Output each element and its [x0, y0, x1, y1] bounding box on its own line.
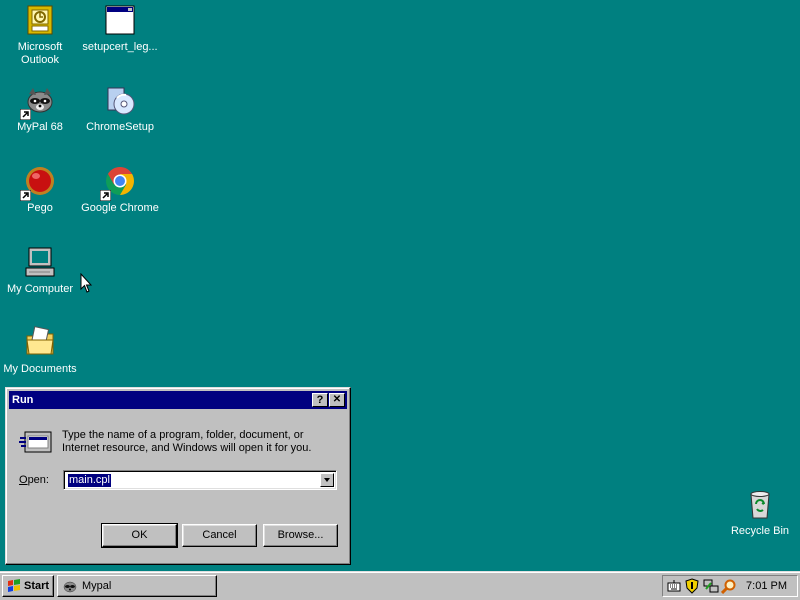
open-label: Open:	[19, 474, 49, 486]
combobox-dropdown-arrow-icon[interactable]	[320, 473, 334, 487]
folder-documents-icon	[24, 326, 56, 358]
outlook-icon	[24, 4, 56, 36]
start-button[interactable]: Start	[2, 575, 54, 597]
computer-icon	[24, 246, 56, 278]
icon-label: Pego	[27, 202, 53, 214]
open-label-accelerator: O	[19, 474, 28, 486]
ok-button[interactable]: OK	[101, 523, 178, 548]
run-dialog: Run ? ✕ Type the name of a program, fold…	[5, 387, 351, 565]
clock[interactable]: 7:01 PM	[746, 580, 787, 592]
search-icon[interactable]	[721, 578, 737, 594]
taskbar: Start Mypal 7:01 PM	[0, 571, 800, 600]
desktop-icon-my-computer[interactable]: My Computer	[0, 246, 80, 296]
mouse-cursor-icon	[80, 273, 93, 293]
network-icon[interactable]	[703, 578, 719, 594]
icon-label: Recycle Bin	[730, 525, 790, 537]
close-button[interactable]: ✕	[329, 393, 345, 407]
help-button[interactable]: ?	[312, 393, 328, 407]
keyboard-icon[interactable]	[667, 579, 681, 593]
icon-label: ChromeSetup	[86, 121, 154, 133]
browse-button[interactable]: Browse...	[263, 524, 338, 547]
desktop-icon-mypal[interactable]: MyPal 68	[0, 84, 80, 134]
desktop-icon-setupcert[interactable]: setupcert_leg...	[80, 4, 160, 54]
chrome-icon	[100, 165, 136, 201]
icon-label: MyPal 68	[17, 121, 63, 133]
cancel-button[interactable]: Cancel	[182, 524, 257, 547]
icon-label: setupcert_leg...	[82, 41, 158, 53]
desktop-icon-outlook[interactable]: Microsoft Outlook	[0, 4, 80, 67]
open-input-value[interactable]: main.cpl	[68, 474, 111, 487]
shield-icon[interactable]	[685, 578, 699, 594]
icon-label: My Computer	[6, 283, 74, 295]
mypal-raccoon-icon	[20, 84, 56, 120]
icon-label: Google Chrome	[81, 202, 159, 214]
installer-cd-icon	[104, 84, 136, 116]
pego-red-ball-icon	[20, 165, 56, 201]
shortcut-arrow-icon	[100, 190, 111, 201]
icon-label: My Documents	[3, 363, 77, 375]
open-combobox[interactable]: main.cpl	[63, 470, 337, 490]
desktop-icon-chrome[interactable]: Google Chrome	[80, 165, 160, 215]
desktop-icon-pego[interactable]: Pego	[0, 165, 80, 215]
shortcut-arrow-icon	[20, 109, 31, 120]
run-dialog-titlebar[interactable]: Run ? ✕	[9, 391, 347, 409]
recycle-bin-icon	[744, 488, 776, 520]
desktop-icon-recycle-bin[interactable]: Recycle Bin	[720, 488, 800, 538]
start-label: Start	[24, 580, 50, 592]
shortcut-arrow-icon	[20, 190, 31, 201]
run-icon	[19, 431, 52, 453]
dialog-title: Run	[12, 394, 34, 406]
windows-logo-icon	[8, 579, 20, 592]
system-tray: 7:01 PM	[662, 575, 798, 597]
task-label: Mypal	[82, 580, 112, 592]
desktop-icon-chromesetup[interactable]: ChromeSetup	[80, 84, 160, 134]
taskbar-button-mypal[interactable]: Mypal	[57, 575, 217, 597]
icon-label: Microsoft Outlook	[17, 41, 63, 66]
run-description: Type the name of a program, folder, docu…	[62, 429, 312, 454]
mypal-raccoon-icon	[63, 581, 77, 593]
desktop-icon-my-documents[interactable]: My Documents	[0, 326, 80, 376]
window-app-icon	[104, 4, 136, 36]
open-label-text: pen:	[27, 474, 49, 486]
